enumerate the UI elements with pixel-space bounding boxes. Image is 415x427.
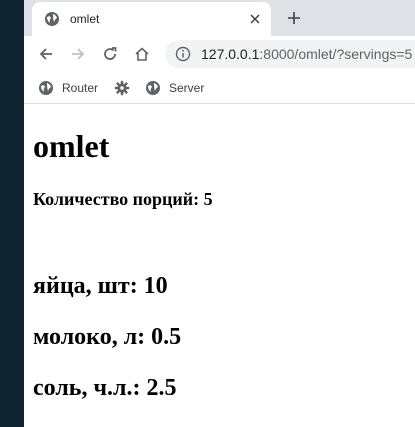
tab-strip: omlet bbox=[24, 0, 415, 36]
address-bar[interactable]: 127.0.0.1:8000/omlet/?servings=5 bbox=[165, 40, 415, 68]
info-icon[interactable] bbox=[175, 46, 191, 62]
bookmark-settings[interactable] bbox=[114, 78, 130, 98]
ingredient-item: соль, ч.л.: 2.5 bbox=[33, 375, 177, 401]
reload-icon bbox=[104, 47, 117, 60]
address-url: 127.0.0.1:8000/omlet/?servings=5 bbox=[201, 46, 412, 62]
globe-icon bbox=[39, 81, 53, 95]
page-title: omlet bbox=[33, 128, 110, 164]
ingredient-item: молоко, л: 0.5 bbox=[33, 324, 182, 350]
browser-window: omlet 127.0.0.1:8000/omlet/?servings=5 R… bbox=[24, 0, 415, 427]
tab-omlet[interactable]: omlet bbox=[32, 2, 271, 36]
globe-icon bbox=[146, 81, 160, 95]
bookmark-server[interactable]: Server bbox=[145, 78, 204, 98]
servings-count: Количество порций: 5 bbox=[33, 189, 213, 209]
plus-icon bbox=[288, 12, 300, 24]
url-host: 127.0.0.1 bbox=[201, 46, 260, 62]
home-icon bbox=[135, 47, 149, 61]
arrow-left-icon bbox=[39, 48, 52, 60]
globe-icon bbox=[44, 11, 60, 27]
bookmark-label: Router bbox=[62, 81, 99, 95]
bookmarks-bar: Router Server bbox=[24, 72, 415, 104]
arrow-right-icon bbox=[72, 48, 85, 60]
ingredient-item: яйца, шт: 10 bbox=[33, 273, 168, 299]
home-button[interactable] bbox=[128, 40, 156, 68]
bookmark-router[interactable]: Router bbox=[38, 78, 98, 98]
reload-button[interactable] bbox=[96, 40, 124, 68]
tab-title: omlet bbox=[70, 12, 100, 26]
close-icon[interactable] bbox=[247, 11, 263, 27]
back-button[interactable] bbox=[32, 40, 60, 68]
forward-button[interactable] bbox=[64, 40, 92, 68]
bookmark-label: Server bbox=[169, 81, 205, 95]
toolbar: 127.0.0.1:8000/omlet/?servings=5 bbox=[24, 36, 415, 72]
new-tab-button[interactable] bbox=[282, 6, 306, 30]
gear-icon bbox=[114, 80, 130, 96]
desktop-edge bbox=[0, 0, 24, 427]
url-path: :8000/omlet/?servings=5 bbox=[259, 46, 413, 62]
